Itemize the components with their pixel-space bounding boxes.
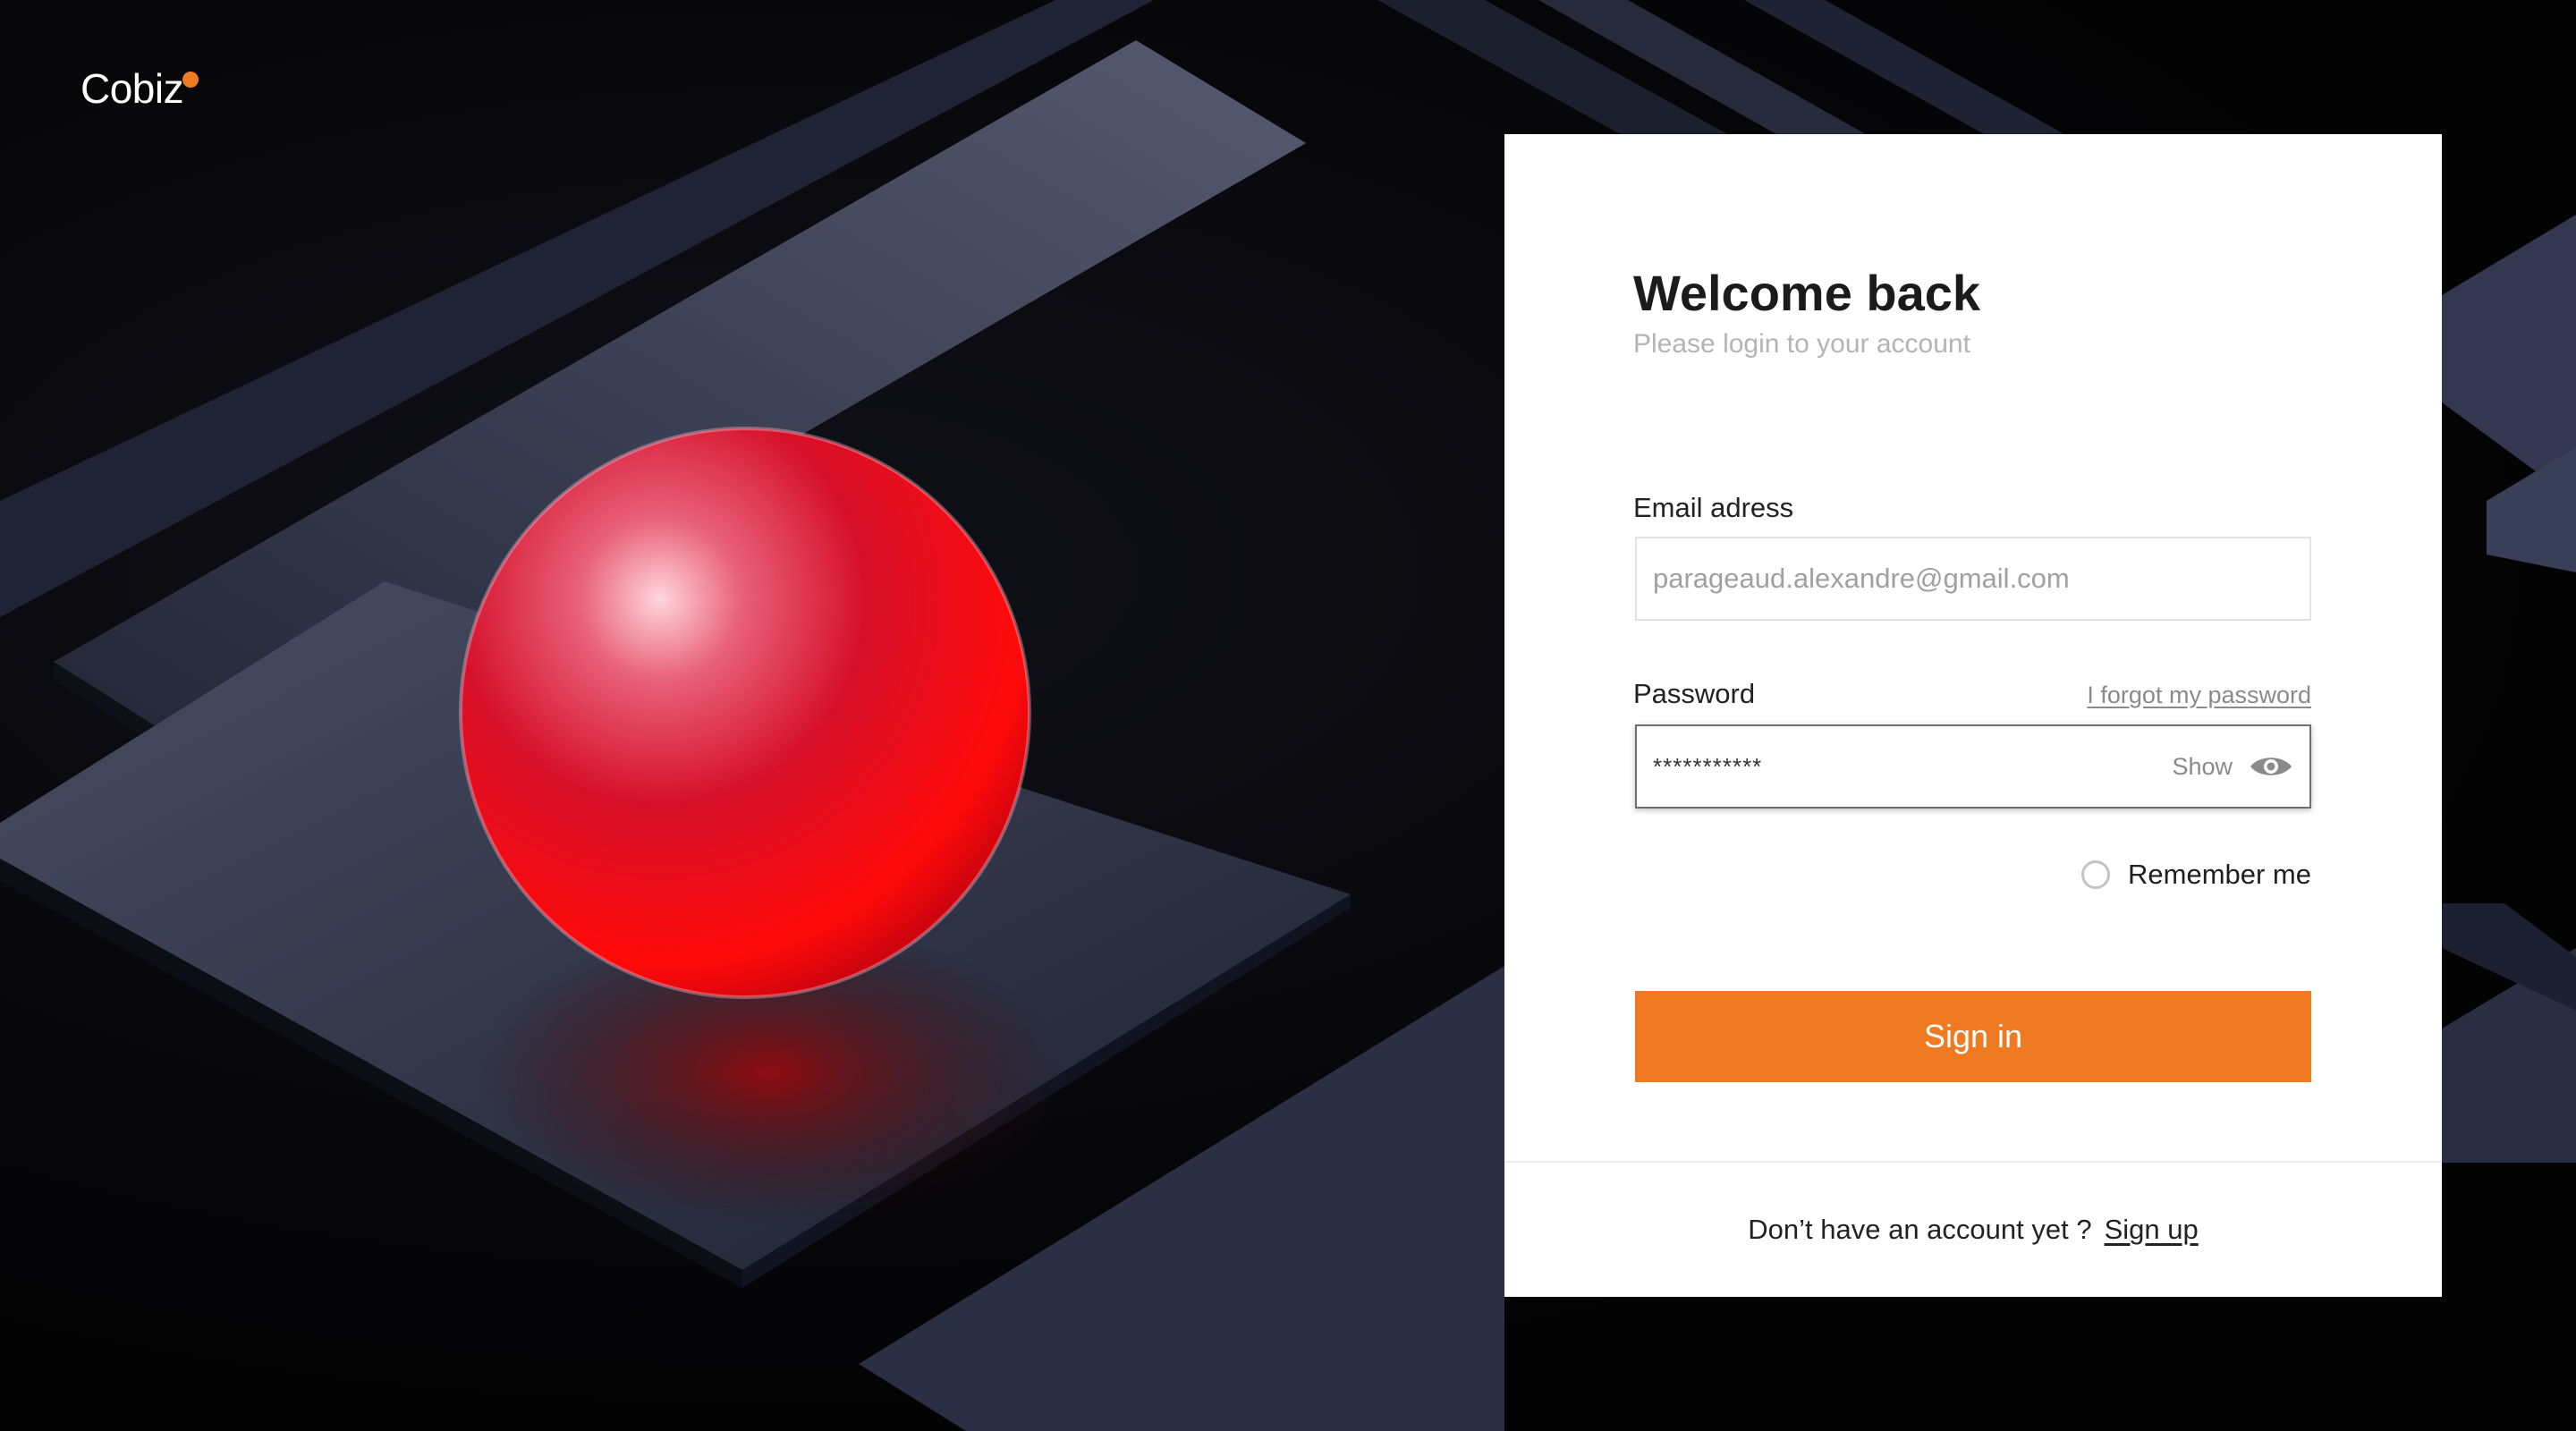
page-title: Welcome back — [1633, 265, 1981, 321]
brand-name: Cobiz — [80, 65, 184, 112]
remember-me-checkbox[interactable]: Remember me — [2081, 859, 2311, 891]
email-label: Email adress — [1633, 492, 1794, 523]
forgot-password-link[interactable]: I forgot my password — [2087, 682, 2311, 709]
show-password-toggle[interactable]: Show — [2172, 726, 2293, 807]
eye-icon — [2250, 758, 2292, 775]
sign-in-button[interactable]: Sign in — [1635, 991, 2311, 1082]
show-password-label: Show — [2172, 752, 2233, 780]
email-field[interactable] — [1653, 538, 2154, 619]
remember-me-radio[interactable] — [2081, 860, 2110, 889]
brand-dot-icon — [182, 72, 199, 88]
password-label: Password — [1633, 678, 1756, 709]
signup-footer: Don’t have an account yet ? Sign up — [1504, 1163, 2442, 1297]
brand-logo[interactable]: Cobiz — [80, 64, 199, 113]
page-subtitle: Please login to your account — [1633, 329, 1970, 359]
sign-up-link[interactable]: Sign up — [2105, 1214, 2199, 1246]
remember-me-label: Remember me — [2128, 859, 2311, 890]
password-field-container: Show — [1635, 724, 2311, 809]
email-field-container — [1635, 537, 2311, 621]
signup-prompt: Don’t have an account yet ? — [1748, 1214, 2092, 1245]
password-field[interactable] — [1653, 726, 2154, 807]
login-card: Welcome back Please login to your accoun… — [1504, 134, 2442, 1297]
